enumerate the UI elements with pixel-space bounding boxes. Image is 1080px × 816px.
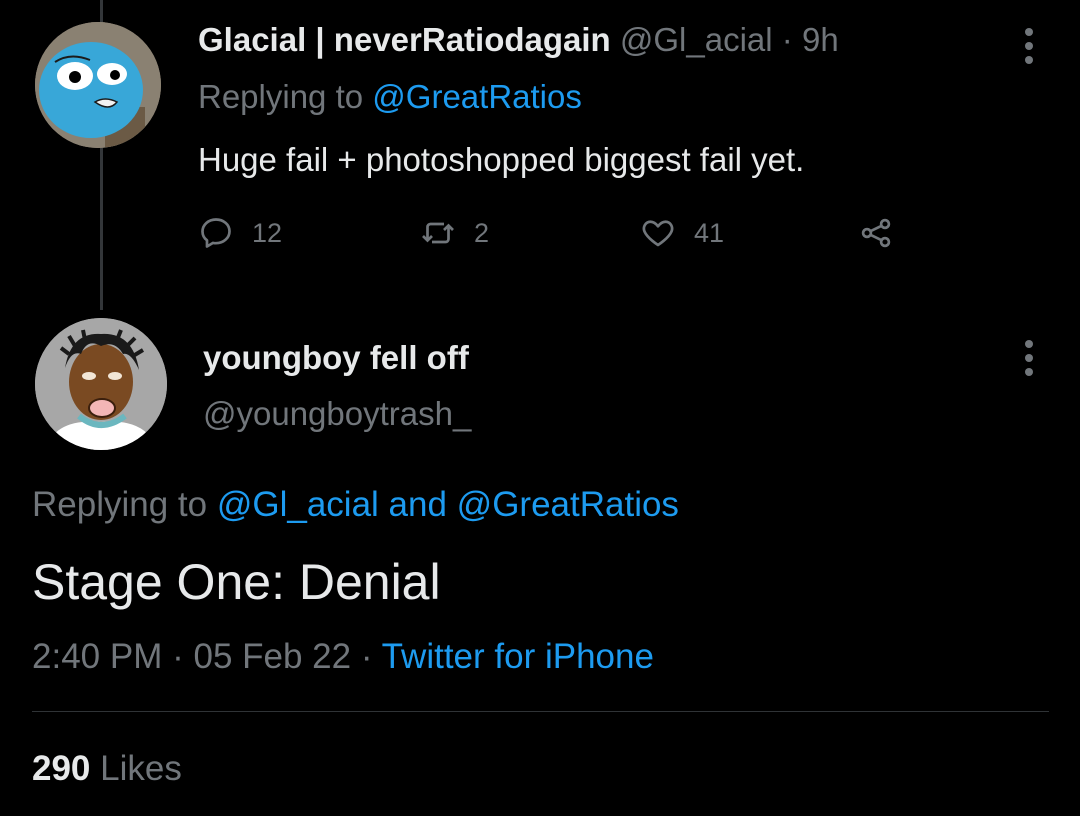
tweet-actions: 12 2 41 xyxy=(198,208,918,258)
tweet-source-link[interactable]: Twitter for iPhone xyxy=(382,637,654,676)
retweet-button[interactable]: 2 xyxy=(420,208,489,258)
replying-to-links[interactable]: @Gl_acial and @GreatRatios xyxy=(217,485,679,524)
separator-dot: · xyxy=(172,637,184,676)
more-options-icon[interactable] xyxy=(1023,340,1035,376)
cartoon-avatar-icon xyxy=(35,318,167,450)
likes-label: Likes xyxy=(100,749,182,788)
like-button[interactable]: 41 xyxy=(640,208,724,258)
replying-to-link[interactable]: @GreatRatios xyxy=(372,78,582,115)
more-options-icon[interactable] xyxy=(1023,28,1035,64)
display-name[interactable]: Glacial | neverRatiodagain xyxy=(198,21,611,58)
tweet-text: Stage One: Denial xyxy=(32,554,441,610)
separator-dot: · xyxy=(360,637,373,676)
reply-count: 12 xyxy=(252,217,283,248)
replying-to: Replying to @GreatRatios xyxy=(198,75,582,119)
user-handle[interactable]: @youngboytrash_ xyxy=(203,392,471,436)
tweet-text: Huge fail + photoshopped biggest fail ye… xyxy=(198,141,805,178)
tweet-date[interactable]: 05 Feb 22 xyxy=(193,637,351,676)
cartoon-avatar-icon xyxy=(35,22,161,148)
reply-button[interactable]: 12 xyxy=(198,208,282,258)
likes-summary[interactable]: 290 Likes xyxy=(32,746,182,792)
heart-icon xyxy=(642,220,674,247)
share-button[interactable] xyxy=(858,208,912,258)
retweet-icon xyxy=(422,222,454,244)
replying-to-label: Replying to xyxy=(198,78,364,115)
likes-count: 290 xyxy=(32,749,91,788)
replying-to: Replying to @Gl_acial and @GreatRatios xyxy=(32,482,679,528)
divider xyxy=(32,711,1049,712)
tweet-metadata: 2:40 PM · 05 Feb 22 · Twitter for iPhone xyxy=(32,634,654,680)
tweet-time[interactable]: 9h xyxy=(802,21,839,58)
like-count: 41 xyxy=(694,217,725,248)
retweet-count: 2 xyxy=(474,217,490,248)
display-name[interactable]: youngboy fell off xyxy=(203,336,469,380)
user-handle[interactable]: @Gl_acial xyxy=(620,21,773,58)
tweet-header: Glacial | neverRatiodagain @Gl_acial · 9… xyxy=(198,18,839,62)
reply-icon xyxy=(201,218,231,248)
avatar[interactable] xyxy=(35,318,167,450)
separator-dot: · xyxy=(781,21,793,58)
share-icon xyxy=(861,218,891,248)
avatar[interactable] xyxy=(35,22,161,148)
tweet-time[interactable]: 2:40 PM xyxy=(32,637,162,676)
replying-to-label: Replying to xyxy=(32,485,208,524)
